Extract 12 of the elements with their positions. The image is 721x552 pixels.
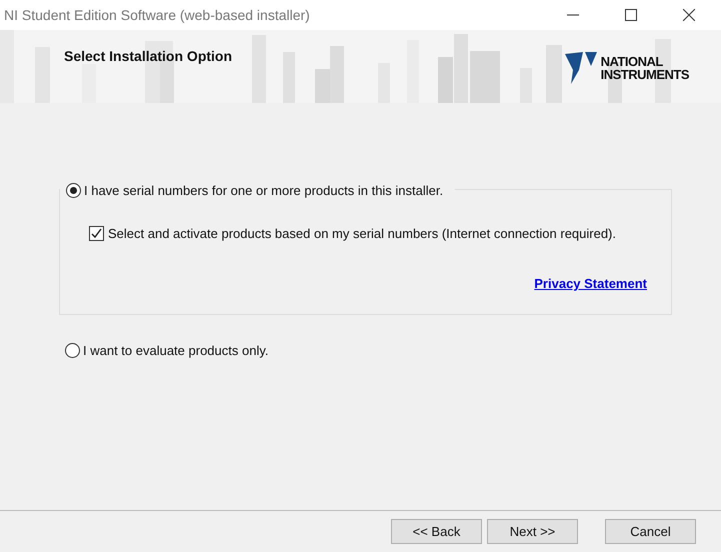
radio-option[interactable]: I have serial numbers for one or more products in this installer.: [60, 181, 456, 199]
checkbox-option[interactable]: Select and activate products based on my serial numbers (Internet connection required).: [89, 226, 647, 241]
dialog-button[interactable]: Cancel: [605, 519, 696, 544]
dialog-button[interactable]: Next >>: [487, 519, 578, 544]
checkmark-icon: [90, 227, 103, 240]
logo-text: NATIONAL INSTRUMENTS: [600, 55, 689, 81]
privacy-link[interactable]: Privacy Statement: [534, 276, 647, 291]
maximize-icon[interactable]: [625, 9, 637, 21]
close-icon[interactable]: [683, 9, 695, 21]
page-heading: Select Installation Option: [64, 48, 232, 64]
window-title: NI Student Edition Software (web-based installer): [3, 7, 310, 23]
dialog-button[interactable]: << Back: [391, 519, 482, 544]
